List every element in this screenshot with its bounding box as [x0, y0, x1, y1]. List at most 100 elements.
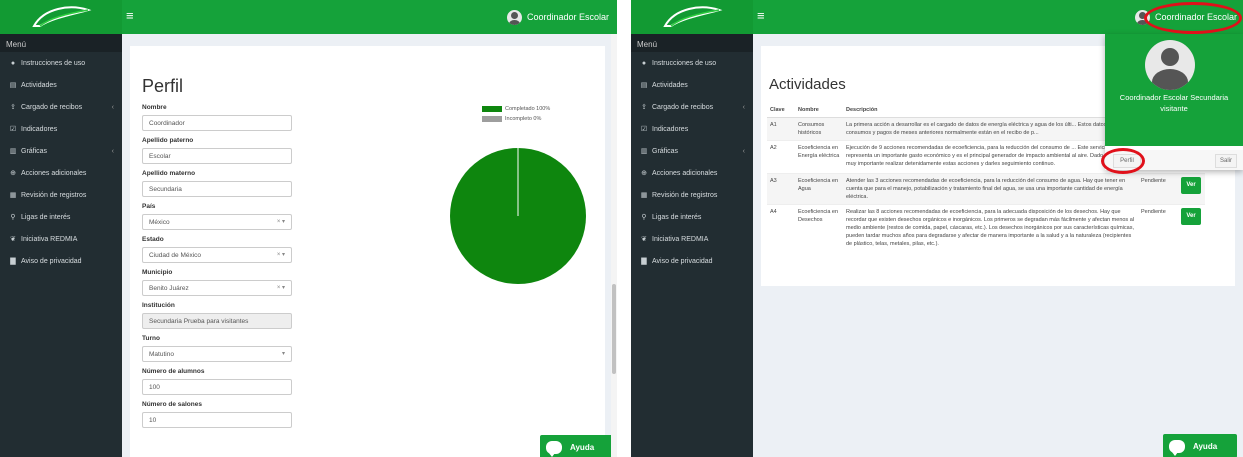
select-field[interactable]: Ciudad de México × ▾ [142, 247, 292, 263]
help-button[interactable]: Ayuda [1163, 434, 1237, 457]
cell-key: A4 [767, 203, 795, 251]
help-label: Ayuda [570, 442, 595, 452]
info-icon: ● [10, 59, 16, 67]
select-field[interactable]: México × ▾ [142, 214, 292, 230]
top-navbar: ≡ Coordinador Escolar [0, 0, 617, 34]
field-value: 10 [149, 417, 157, 424]
sidebar-item[interactable]: ⚲ Ligas de interés [0, 206, 122, 228]
list-icon: ▤ [640, 82, 648, 89]
cell-action: Ver [1178, 172, 1205, 204]
text-field[interactable]: Coordinador [142, 115, 292, 131]
sidebar-item-label: Cargado de recibos [21, 103, 83, 111]
sidebar-title: Menú [0, 34, 122, 52]
sidebar-item[interactable]: ☑ Indicadores [631, 118, 753, 140]
cell-status: Pendiente [1138, 203, 1178, 251]
cell-key: A1 [767, 116, 795, 140]
check-square-icon: ☑ [9, 126, 17, 133]
cell-name: Consumos históricos [795, 116, 843, 140]
field-value: Ciudad de México [149, 252, 202, 259]
sidebar-item-label: Instrucciones de uso [652, 59, 717, 67]
sidebar-item[interactable]: ▦ Revisión de registros [0, 184, 122, 206]
document-icon: ▇ [641, 258, 647, 265]
select-field[interactable]: Benito Juárez × ▾ [142, 280, 292, 296]
sidebar-item-label: Aviso de privacidad [21, 257, 82, 265]
text-field[interactable]: 100 [142, 379, 292, 395]
hamburger-icon[interactable]: ≡ [757, 9, 765, 23]
progress-pie-chart [448, 146, 588, 291]
legend-swatch-completed [482, 106, 502, 112]
text-field[interactable]: Secundaria [142, 181, 292, 197]
sidebar-item[interactable]: ▤ Actividades [0, 74, 122, 96]
chart-icon: ▥ [9, 148, 17, 155]
scrollbar[interactable] [611, 34, 617, 457]
sidebar-item[interactable]: ● Instrucciones de uso [631, 52, 753, 74]
cell-description: La primera acción a desarrollar es el ca… [843, 116, 1138, 140]
cell-key: A3 [767, 172, 795, 204]
sidebar-item[interactable]: ⚲ Ligas de interés [631, 206, 753, 228]
user-menu-toggle[interactable]: Coordinador Escolar [506, 8, 609, 26]
sidebar-item-label: Revisión de registros [652, 191, 718, 199]
legend-item-completed: Completado 100% [482, 104, 550, 114]
legend-swatch-incomplete [482, 116, 502, 122]
page-title: Actividades [769, 76, 846, 93]
chat-bubble-icon [1169, 439, 1185, 456]
sidebar-item[interactable]: ⊕ Acciones adicionales [0, 162, 122, 184]
sidebar-item[interactable]: ⇪ Cargado de recibos ‹ [631, 96, 753, 118]
logo[interactable] [631, 0, 753, 34]
cell-status: Pendiente [1138, 172, 1178, 204]
text-field[interactable]: 10 [142, 412, 292, 428]
cell-name: Ecoeficiencia en Agua [795, 172, 843, 204]
sidebar-item[interactable]: ❦ Iniciativa REDMIA [0, 228, 122, 250]
info-icon: ● [641, 59, 647, 67]
sidebar-item-label: Iniciativa REDMIA [21, 235, 78, 243]
sidebar-item[interactable]: ▇ Aviso de privacidad [631, 250, 753, 272]
select-field[interactable]: Matutino ▾ [142, 346, 292, 362]
sidebar-item[interactable]: ⇪ Cargado de recibos ‹ [0, 96, 122, 118]
sidebar-item[interactable]: ☑ Indicadores [0, 118, 122, 140]
sidebar-item-label: Acciones adicionales [652, 169, 718, 177]
select-dropdown-icon[interactable]: ▾ [282, 350, 285, 357]
help-label: Ayuda [1193, 441, 1218, 451]
select-dropdown-icon[interactable]: × ▾ [277, 218, 285, 225]
legend-item-incomplete: Incompleto 0% [482, 114, 550, 124]
text-field[interactable]: Escolar [142, 148, 292, 164]
field-label: Municipio [142, 269, 173, 276]
list-icon: ▤ [9, 82, 17, 89]
profile-card: Perfil Nombre Coordinador Apellido paterno… [130, 46, 605, 457]
field-label: Apellido materno [142, 170, 196, 177]
link-icon: ⚲ [641, 214, 647, 221]
view-button[interactable]: Ver [1181, 207, 1201, 225]
cell-name: Ecoeficiencia en Energía eléctrica [795, 139, 843, 173]
hamburger-icon[interactable]: ≡ [126, 9, 134, 23]
sidebar-item[interactable]: ▥ Gráficas ‹ [0, 140, 122, 162]
leaf-logo-icon [32, 6, 92, 27]
sidebar-item-label: Gráficas [21, 147, 48, 155]
sidebar: Menú ● Instrucciones de uso ▤ Actividades ⇪ C… [0, 34, 122, 457]
sidebar-item-label: Ligas de interés [652, 213, 702, 221]
field-label: Turno [142, 335, 160, 342]
view-button[interactable]: Ver [1181, 176, 1201, 194]
cell-description: Atender las 3 acciones recomendadas de e… [843, 172, 1138, 204]
cell-description: Realizar las 8 acciones recomendadas de … [843, 203, 1138, 251]
sidebar-item[interactable]: ⊕ Acciones adicionales [631, 162, 753, 184]
sidebar-item[interactable]: ● Instrucciones de uso [0, 52, 122, 74]
sidebar-item[interactable]: ▇ Aviso de privacidad [0, 250, 122, 272]
field-label: Número de salones [142, 401, 202, 408]
sidebar-item[interactable]: ▥ Gráficas ‹ [631, 140, 753, 162]
select-dropdown-icon[interactable]: × ▾ [277, 251, 285, 258]
logout-button[interactable]: Salir [1215, 154, 1237, 168]
field-label: Estado [142, 236, 164, 243]
field-value: 100 [149, 384, 160, 391]
table-row: A3 Ecoeficiencia en Agua Atender las 3 acc… [767, 172, 1205, 204]
activities-screenshot: ≡ Coordinador Escolar Menú ● Instruccione… [631, 0, 1243, 457]
cell-description: Ejecución de 9 acciones recomendadas de … [843, 139, 1138, 173]
sidebar-item[interactable]: ▤ Actividades [631, 74, 753, 96]
scrollbar-thumb[interactable] [612, 284, 616, 374]
sidebar-item[interactable]: ❦ Iniciativa REDMIA [631, 228, 753, 250]
sidebar-item-label: Cargado de recibos [652, 103, 714, 111]
logo[interactable] [0, 0, 122, 34]
select-dropdown-icon[interactable]: × ▾ [277, 284, 285, 291]
sidebar-item[interactable]: ▦ Revisión de registros [631, 184, 753, 206]
column-header-name: Nombre [795, 103, 843, 118]
help-button[interactable]: Ayuda [540, 435, 614, 457]
